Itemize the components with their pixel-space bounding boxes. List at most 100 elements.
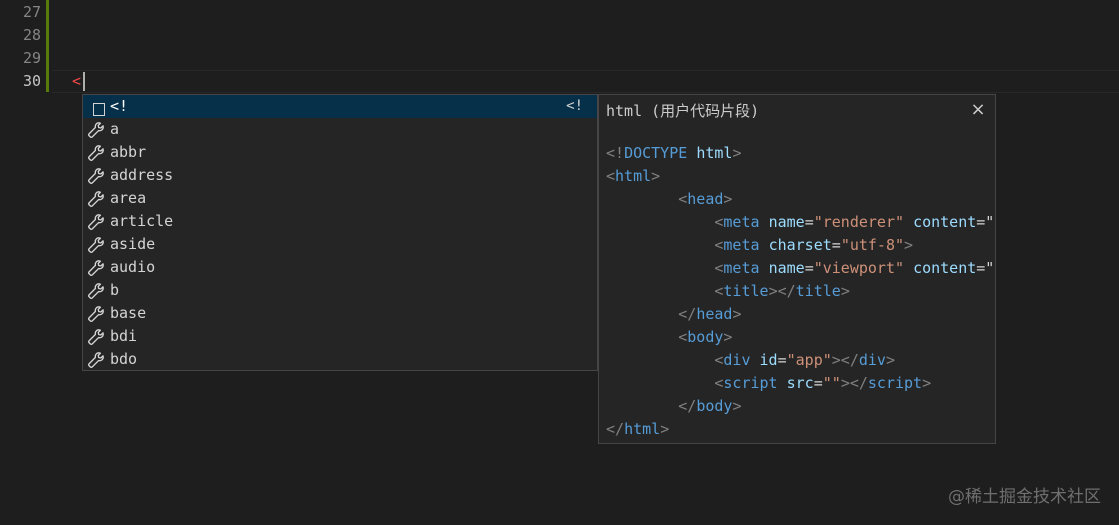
code-token: script [867, 374, 923, 392]
code-token: body [687, 328, 724, 346]
code-token: src [786, 374, 814, 392]
code-token: > [723, 190, 733, 208]
snippet-icon [87, 98, 105, 116]
suggest-item[interactable]: base [83, 302, 597, 325]
code-token: > [732, 305, 742, 323]
code-token: > [840, 282, 850, 300]
suggest-item-label: aside [110, 235, 156, 253]
code-line: <!DOCTYPE html> [606, 142, 994, 165]
code-line: <html> [606, 165, 994, 188]
line-number-current: 30 [22, 72, 41, 90]
code-token: charset [768, 236, 832, 254]
code-token: "viewport" [813, 259, 905, 277]
code-token: ></ [768, 282, 796, 300]
code-token: > [660, 420, 670, 438]
code-token: > [732, 397, 742, 415]
code-token: = [813, 374, 823, 392]
suggest-item[interactable]: abbr [83, 141, 597, 164]
code-token: head [687, 190, 724, 208]
code-token: > [904, 236, 914, 254]
code-editor[interactable]: 27 28 29 30 < <! <! a abbr address area articl… [0, 0, 1119, 525]
suggest-item-label: area [110, 189, 147, 207]
suggest-item[interactable]: <! <! [83, 95, 597, 118]
code-token: meta [723, 259, 760, 277]
code-token: </ [606, 420, 625, 438]
suggest-item-label: audio [110, 258, 156, 276]
text-cursor [83, 72, 85, 91]
code-token: html [696, 144, 733, 162]
close-icon[interactable]: × [969, 99, 987, 121]
line-number-gutter: 27 28 29 30 [0, 0, 46, 525]
wrench-icon [87, 190, 105, 208]
code-token: > [922, 374, 932, 392]
code-line: <div id="app"></div> [606, 349, 994, 372]
wrench-icon [87, 213, 105, 231]
suggest-item[interactable]: area [83, 187, 597, 210]
suggest-item-label: a [110, 120, 120, 138]
code-token: content [913, 259, 977, 277]
code-token: script [723, 374, 778, 392]
suggest-item-label: abbr [110, 143, 147, 161]
code-token: name [768, 259, 805, 277]
code-line: </html> [606, 418, 994, 441]
suggest-item-label: bdi [110, 327, 138, 345]
code-line: </body> [606, 395, 994, 418]
code-line: <body> [606, 326, 994, 349]
suggest-widget[interactable]: <! <! a abbr address area article aside audio b ba… [82, 94, 598, 371]
line-number: 29 [22, 49, 41, 67]
suggest-item-label: address [110, 166, 174, 184]
wrench-icon [87, 144, 105, 162]
code-line: </head> [606, 303, 994, 326]
suggest-item[interactable]: article [83, 210, 597, 233]
code-line: <meta name="renderer" content=" [606, 211, 994, 234]
current-line-highlight [52, 70, 1119, 93]
suggest-item[interactable]: bdo [83, 348, 597, 371]
wrench-icon [87, 121, 105, 139]
code-token: title [795, 282, 841, 300]
code-line: <head> [606, 188, 994, 211]
code-token: = [777, 351, 787, 369]
code-token: </ [678, 397, 697, 415]
code-token: "renderer" [813, 213, 905, 231]
code-token: DOCTYPE [624, 144, 688, 162]
suggest-details-panel: html (用户代码片段) × <!DOCTYPE html> <html> <h… [598, 94, 996, 444]
suggest-item[interactable]: aside [83, 233, 597, 256]
code-token: = [804, 213, 814, 231]
code-token: meta [723, 236, 760, 254]
code-line: <script src=""></script> [606, 372, 994, 395]
code-token: div [858, 351, 886, 369]
code-token: < [678, 190, 688, 208]
code-token: = [804, 259, 814, 277]
snippet-preview-code: <!DOCTYPE html> <html> <head> <meta name=… [606, 142, 994, 441]
code-token: html [624, 420, 661, 438]
typed-text: < [72, 72, 82, 90]
code-token: head [696, 305, 733, 323]
code-token: = [831, 236, 841, 254]
suggest-item[interactable]: b [83, 279, 597, 302]
code-token: <! [606, 144, 625, 162]
code-token: title [723, 282, 769, 300]
code-token: content [913, 213, 977, 231]
wrench-icon [87, 259, 105, 277]
suggest-item-label: base [110, 304, 147, 322]
code-token: > [723, 328, 733, 346]
suggest-item[interactable]: bdi [83, 325, 597, 348]
suggest-item[interactable]: address [83, 164, 597, 187]
wrench-icon [87, 305, 105, 323]
code-token: div [723, 351, 751, 369]
suggest-item[interactable]: audio [83, 256, 597, 279]
suggest-item[interactable]: a [83, 118, 597, 141]
code-line: <meta name="viewport" content=" [606, 257, 994, 280]
wrench-icon [87, 351, 105, 369]
